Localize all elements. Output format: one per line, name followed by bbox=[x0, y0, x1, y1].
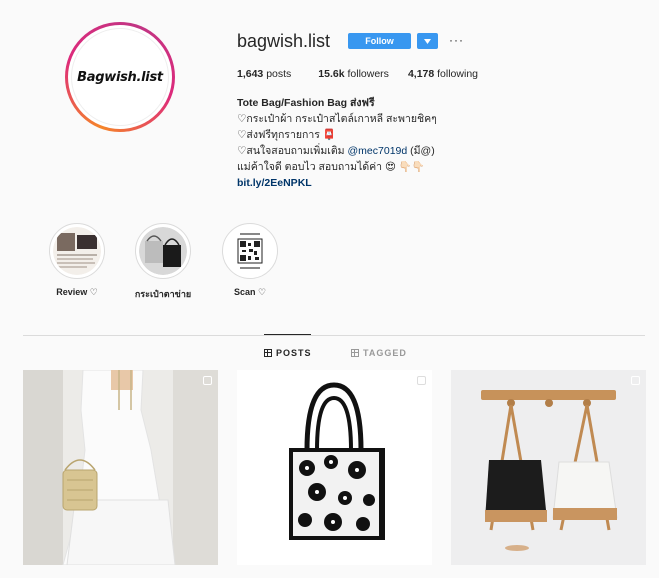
bio-mention-link[interactable]: @mec7019d bbox=[348, 145, 408, 157]
caret-down-icon bbox=[424, 38, 431, 44]
grid-icon bbox=[264, 349, 272, 357]
followers-count-value: 15.6k bbox=[318, 68, 345, 80]
qr-code-icon bbox=[226, 227, 274, 275]
posts-count-label: posts bbox=[263, 68, 292, 80]
multiple-photos-icon bbox=[417, 376, 426, 385]
avatar-logo: Bagwish.list bbox=[71, 28, 169, 126]
tab-posts-label: POSTS bbox=[276, 348, 312, 358]
posts-count: 1,643 posts bbox=[237, 68, 291, 80]
suggested-dropdown-button[interactable] bbox=[417, 33, 438, 49]
multiple-photos-icon bbox=[631, 376, 640, 385]
profile-bio: Tote Bag/Fashion Bag ส่งฟรี ♡กระเป๋าผ้า … bbox=[237, 95, 437, 191]
followers-count[interactable]: 15.6k followers bbox=[318, 68, 389, 80]
followers-count-label: followers bbox=[344, 68, 389, 80]
following-count-value: 4,178 bbox=[407, 68, 435, 80]
active-tab-indicator bbox=[264, 334, 311, 335]
bio-text: ♡สนใจสอบถามเพิ่มเติม bbox=[237, 145, 348, 157]
post-thumbnail[interactable] bbox=[23, 370, 218, 565]
tabs-divider bbox=[23, 335, 645, 336]
highlight-label: Scan ♡ bbox=[233, 287, 267, 297]
post-image bbox=[23, 370, 218, 565]
highlight-label: Review ♡ bbox=[56, 287, 98, 297]
bio-name: Tote Bag/Fashion Bag ส่งฟรี bbox=[237, 97, 375, 109]
profile-avatar[interactable]: Bagwish.list bbox=[65, 22, 175, 132]
post-thumbnail[interactable] bbox=[237, 370, 432, 565]
story-highlight-mesh-bag[interactable]: กระเป๋าตาข่าย bbox=[134, 223, 192, 301]
following-count[interactable]: 4,178 following bbox=[408, 68, 478, 80]
story-highlight-scan[interactable]: Scan ♡ bbox=[221, 223, 279, 298]
profile-username: bagwish.list bbox=[237, 31, 331, 51]
post-thumbnail[interactable] bbox=[451, 370, 646, 565]
bio-line: แม่ค้าใจดี ตอบไว สอบถามได้ค่า 😍 👇🏻👇🏻 bbox=[237, 161, 426, 173]
profile-stats: 1,643 posts 15.6k followers 4,178 follow… bbox=[237, 68, 496, 80]
bio-text: (มี@) bbox=[407, 145, 435, 157]
highlight-ring bbox=[135, 223, 191, 279]
story-highlight-review[interactable]: Review ♡ bbox=[48, 223, 106, 298]
highlight-cover-image bbox=[139, 227, 187, 275]
tab-posts[interactable]: POSTS bbox=[264, 348, 312, 358]
tab-tagged[interactable]: TAGGED bbox=[351, 348, 407, 358]
highlight-ring bbox=[222, 223, 278, 279]
highlight-ring bbox=[49, 223, 105, 279]
multiple-photos-icon bbox=[203, 376, 212, 385]
post-image bbox=[451, 370, 646, 565]
post-image bbox=[237, 370, 432, 565]
posts-count-value: 1,643 bbox=[237, 68, 264, 80]
following-count-label: following bbox=[434, 68, 478, 80]
follow-button[interactable]: Follow bbox=[348, 33, 411, 49]
highlight-cover-image bbox=[53, 227, 101, 275]
avatar-logo-text: Bagwish.list bbox=[77, 69, 163, 85]
bio-line: ♡สนใจสอบถามเพิ่มเติม @mec7019d (มี@) bbox=[237, 143, 437, 159]
bio-external-link[interactable]: bit.ly/2EeNPKL bbox=[237, 175, 437, 191]
bio-line: ♡กระเป๋าผ้า กระเป๋าสไตล์เกาหลี สะพายชิคๆ bbox=[237, 113, 437, 125]
tagged-icon bbox=[351, 349, 359, 357]
highlight-label: กระเป๋าตาข่าย bbox=[134, 289, 192, 299]
bio-line: ♡ส่งฟรีทุกรายการ 📮 bbox=[237, 129, 336, 141]
avatar-ring: Bagwish.list bbox=[68, 25, 172, 129]
more-options-button[interactable]: ··· bbox=[449, 33, 464, 47]
tab-tagged-label: TAGGED bbox=[363, 348, 407, 358]
